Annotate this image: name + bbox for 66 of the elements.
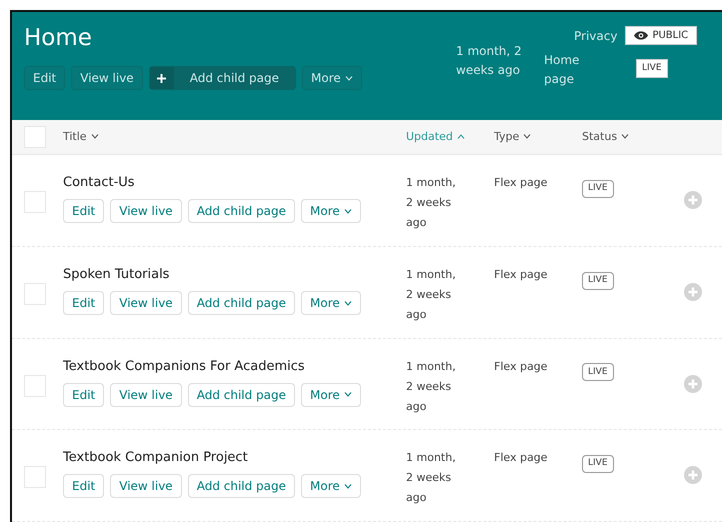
page-title-link[interactable]: Textbook Companions For Academics xyxy=(63,356,406,377)
more-button[interactable]: More xyxy=(301,474,361,498)
status-badge: LIVE xyxy=(582,363,614,382)
row-checkbox[interactable] xyxy=(24,374,46,397)
column-header[interactable]: Updated xyxy=(406,128,494,146)
updated-text: 1 month, 2 weeks ago xyxy=(406,175,457,232)
eye-icon xyxy=(634,31,648,40)
updated-text: 1 month, 2 weeks ago xyxy=(406,358,457,415)
action-button[interactable]: View live xyxy=(110,382,182,407)
action-button[interactable]: Add child page xyxy=(188,474,296,498)
page-title-link[interactable]: Spoken Tutorials xyxy=(63,265,406,286)
add-child-page-button[interactable]: Add child page xyxy=(148,66,296,90)
action-button[interactable]: View live xyxy=(71,66,143,90)
select-all-checkbox[interactable] xyxy=(24,126,46,148)
caret-icon xyxy=(456,134,465,140)
type-text: Flex page xyxy=(494,450,548,466)
add-icon[interactable] xyxy=(684,191,702,210)
more-button[interactable]: More xyxy=(302,66,362,90)
updated-text: 1 month, 2 weeks ago xyxy=(406,267,457,324)
action-button[interactable]: View live xyxy=(110,199,182,224)
row-checkbox[interactable] xyxy=(24,191,46,214)
action-button[interactable]: View live xyxy=(110,291,182,316)
action-button[interactable]: Edit xyxy=(63,382,104,407)
action-button[interactable]: Add child page xyxy=(188,382,296,407)
type-text: Flex page xyxy=(494,175,548,192)
action-button[interactable]: Edit xyxy=(63,474,104,498)
action-button[interactable]: Edit xyxy=(63,291,104,316)
add-icon[interactable] xyxy=(684,283,702,302)
page-title: Home xyxy=(24,24,93,52)
type-text: Home page xyxy=(544,52,580,88)
plus-icon xyxy=(150,67,174,89)
status-badge: LIVE xyxy=(582,180,614,198)
type-text: Flex page xyxy=(494,358,548,375)
page-title-link[interactable]: Contact-Us xyxy=(63,173,406,194)
more-button[interactable]: More xyxy=(301,291,361,316)
caret-icon xyxy=(90,134,99,140)
column-header[interactable]: Type xyxy=(494,128,582,146)
caret-icon xyxy=(344,484,352,489)
add-icon[interactable] xyxy=(684,466,702,484)
page-title-link[interactable]: Textbook Companion Project xyxy=(63,448,406,468)
updated-text: 1 month, 2 weeks ago xyxy=(406,450,457,506)
caret-icon xyxy=(621,134,630,140)
row-checkbox[interactable] xyxy=(24,466,46,488)
column-header[interactable]: Status xyxy=(582,128,672,146)
action-button[interactable]: Add child page xyxy=(188,199,296,224)
caret-icon xyxy=(344,300,352,306)
action-button[interactable]: Edit xyxy=(63,199,104,224)
updated-text: 1 month, 2 weeks ago xyxy=(456,43,522,79)
action-button[interactable]: Edit xyxy=(24,66,66,90)
type-text: Flex page xyxy=(494,267,548,284)
action-button[interactable]: Add child page xyxy=(188,291,296,316)
status-badge: LIVE xyxy=(636,59,668,78)
privacy-badge[interactable]: PUBLIC xyxy=(625,26,698,45)
action-button[interactable]: View live xyxy=(110,474,182,498)
status-badge: LIVE xyxy=(582,455,614,474)
caret-icon xyxy=(344,76,353,80)
row-checkbox[interactable] xyxy=(24,283,46,306)
more-button[interactable]: More xyxy=(301,382,361,407)
caret-icon xyxy=(344,208,352,214)
add-icon[interactable] xyxy=(684,374,702,393)
privacy-label: Privacy xyxy=(574,28,618,44)
caret-icon xyxy=(523,134,532,140)
column-header[interactable]: Title xyxy=(46,128,406,146)
more-button[interactable]: More xyxy=(301,199,361,224)
status-badge: LIVE xyxy=(582,272,614,290)
caret-icon xyxy=(344,392,352,398)
